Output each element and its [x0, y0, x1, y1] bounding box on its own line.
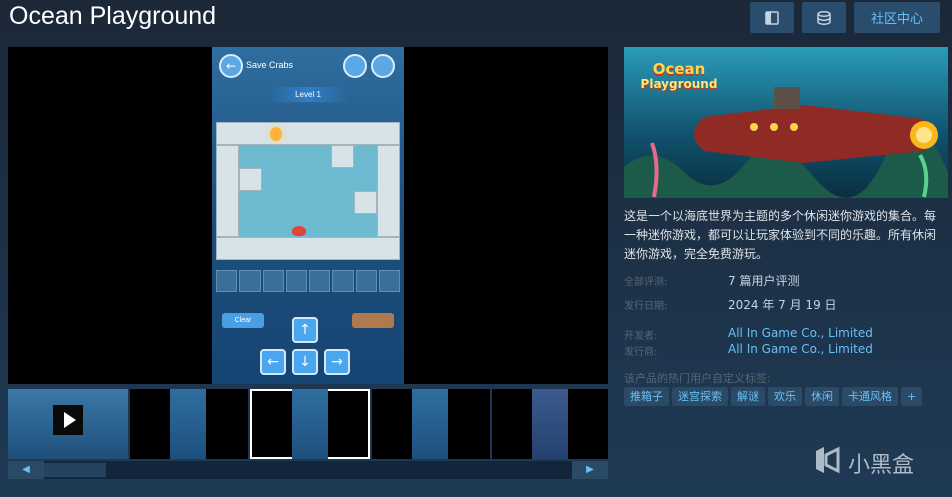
watermark-text: 小黑盒: [848, 453, 915, 478]
reviews-value: 7 篇用户评测: [728, 274, 800, 288]
scroll-left-icon[interactable]: ◀: [8, 461, 44, 479]
sidebar-toggle-button[interactable]: [750, 2, 794, 33]
game-settings-icon: [371, 54, 395, 78]
watermark: 小黑盒: [812, 445, 914, 481]
capsule-logo-line1: Ocean: [652, 60, 706, 78]
release-date-value: 2024 年 7 月 19 日: [728, 298, 837, 312]
release-date-label: 发行日期:: [624, 301, 668, 312]
game-down-arrow-icon: ↓: [292, 349, 318, 375]
header-actions: 社区中心: [750, 2, 940, 33]
game-back-icon: ←: [219, 54, 243, 78]
game-up-arrow-icon: ↑: [292, 317, 318, 343]
community-hub-button[interactable]: 社区中心: [854, 2, 940, 33]
thumbnail-video[interactable]: [8, 389, 128, 459]
sidebar-icon: [765, 10, 779, 25]
tag-fun[interactable]: 欢乐: [768, 387, 802, 406]
watermark-logo-icon: [812, 445, 842, 481]
tag-more-button[interactable]: +: [901, 387, 923, 406]
developer-label: 开发者:: [624, 331, 658, 342]
tag-maze[interactable]: 迷宫探索: [672, 387, 728, 406]
game-move-slots: [216, 270, 400, 292]
game-right-arrow-icon: →: [324, 349, 350, 375]
thumbnail-scrollbar[interactable]: ◀ ▶: [8, 461, 608, 479]
points-shop-button[interactable]: [802, 2, 846, 33]
game-hint-icon: [343, 54, 367, 78]
capsule-image: Ocean Playground: [624, 47, 948, 198]
scrollbar-handle[interactable]: [44, 463, 106, 477]
tag-puzzle[interactable]: 解谜: [731, 387, 765, 406]
reviews-label: 全部评测:: [624, 277, 668, 288]
publisher-label: 发行商:: [624, 347, 658, 358]
thumbnail-strip: [8, 389, 608, 459]
page-title: Ocean Playground: [9, 2, 217, 30]
game-star-icon: [270, 127, 282, 141]
thumbnail-image-selected[interactable]: [250, 389, 370, 459]
tags-list: 推箱子 迷宫探索 解谜 欢乐 休闲 卡通风格 +: [624, 387, 923, 406]
game-description: 这是一个以海底世界为主题的多个休闲迷你游戏的集合。每一种迷你游戏，都可以让玩家体…: [624, 209, 937, 261]
thumbnail-image[interactable]: [130, 389, 248, 459]
tags-label: 该产品的热门用户自定义标签:: [624, 372, 771, 385]
play-icon: [53, 405, 83, 435]
game-go-button: [352, 313, 394, 328]
thumbnail-image[interactable]: [492, 389, 608, 459]
tag-casual[interactable]: 休闲: [805, 387, 839, 406]
developer-link[interactable]: All In Game Co., Limited: [728, 326, 873, 340]
crab-icon: [292, 226, 306, 236]
game-screenshot: ← Save Crabs Level 1 Clear ↑ ← ↓ →: [212, 47, 404, 384]
game-level-label: Level 1: [267, 87, 349, 102]
scroll-right-icon[interactable]: ▶: [572, 461, 608, 479]
game-left-arrow-icon: ←: [260, 349, 286, 375]
database-icon: [816, 10, 832, 26]
game-header-label: Save Crabs: [246, 60, 294, 70]
tag-sokoban[interactable]: 推箱子: [624, 387, 669, 406]
game-clear-button: Clear: [222, 313, 264, 328]
tag-cartoon[interactable]: 卡通风格: [842, 387, 898, 406]
capsule-logo-line2: Playground: [640, 77, 718, 91]
media-viewer[interactable]: ← Save Crabs Level 1 Clear ↑ ← ↓ →: [8, 47, 608, 384]
game-board: [216, 122, 400, 260]
thumbnail-image[interactable]: [372, 389, 490, 459]
publisher-link[interactable]: All In Game Co., Limited: [728, 342, 873, 356]
